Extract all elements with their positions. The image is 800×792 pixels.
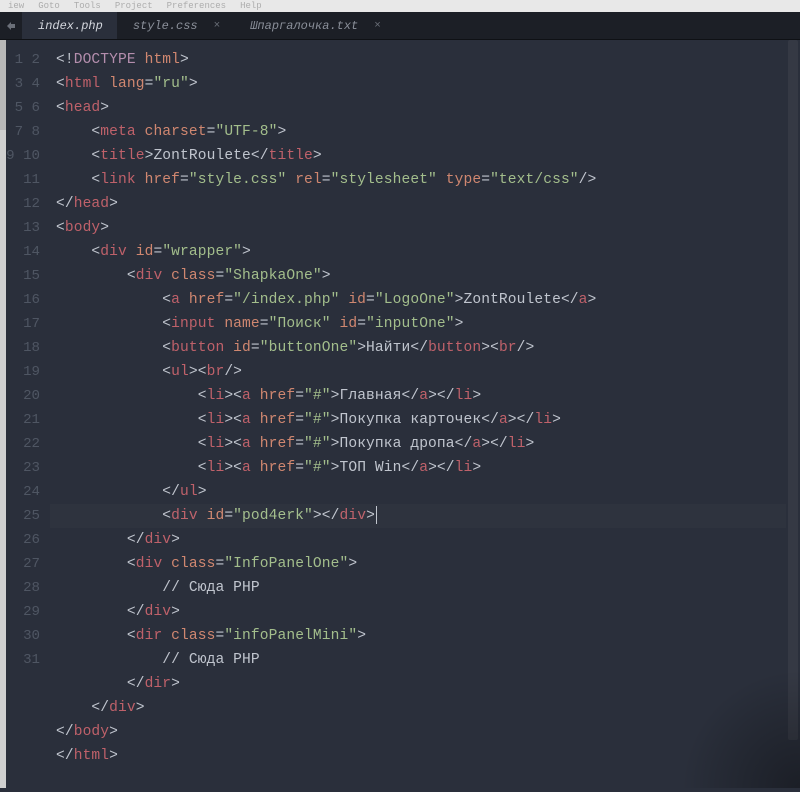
scrollbar[interactable] <box>786 40 800 788</box>
tabbar-menu-icon[interactable] <box>0 12 22 39</box>
menu-item[interactable]: Help <box>240 1 262 11</box>
code-line[interactable]: <div class="ShapkaOne"> <box>56 264 786 288</box>
code-line[interactable]: <div id="wrapper"> <box>56 240 786 264</box>
code-line[interactable]: </head> <box>56 192 786 216</box>
code-line[interactable]: </body> <box>56 720 786 744</box>
menu-item[interactable]: iew <box>8 1 24 11</box>
menu-item[interactable]: Preferences <box>167 1 226 11</box>
code-line[interactable]: </html> <box>56 744 786 768</box>
code-line[interactable]: <button id="buttonOne">Найти</button><br… <box>56 336 786 360</box>
close-icon[interactable]: × <box>214 20 221 32</box>
menu-item[interactable]: Tools <box>74 1 101 11</box>
code-line[interactable]: </ul> <box>56 480 786 504</box>
tab[interactable]: Шпаргалочка.txt × <box>234 12 395 39</box>
code-line[interactable]: <li><a href="#">Покупка дропа</a></li> <box>56 432 786 456</box>
code-line[interactable] <box>56 768 786 792</box>
code-line[interactable]: <div class="InfoPanelOne"> <box>56 552 786 576</box>
close-icon[interactable]: × <box>374 20 381 32</box>
tab-label: style.css <box>133 19 198 33</box>
code-line[interactable]: <dir class="infoPanelMini"> <box>56 624 786 648</box>
editor: 1 2 3 4 5 6 7 8 9 10 11 12 13 14 15 16 1… <box>0 40 800 788</box>
tab[interactable]: index.php <box>22 12 117 39</box>
code-line[interactable]: <title>ZontRoulete</title> <box>56 144 786 168</box>
code-line[interactable]: <li><a href="#">Покупка карточек</a></li… <box>56 408 786 432</box>
code-line[interactable]: <li><a href="#">ТОП Win</a></li> <box>56 456 786 480</box>
code-line[interactable]: <ul><br/> <box>56 360 786 384</box>
code-line[interactable]: </div> <box>56 528 786 552</box>
tabbar: index.php style.css × Шпаргалочка.txt × <box>0 12 800 40</box>
code-line[interactable]: <input name="Поиск" id="inputOne"> <box>56 312 786 336</box>
code-line[interactable]: <head> <box>56 96 786 120</box>
tab[interactable]: style.css × <box>117 12 234 39</box>
code-line[interactable]: </div> <box>56 600 786 624</box>
code-line[interactable]: // Сюда PHP <box>56 648 786 672</box>
code-line[interactable]: <meta charset="UTF-8"> <box>56 120 786 144</box>
tab-label: Шпаргалочка.txt <box>250 19 358 33</box>
line-gutter: 1 2 3 4 5 6 7 8 9 10 11 12 13 14 15 16 1… <box>6 40 50 788</box>
code-line[interactable]: <li><a href="#">Главная</a></li> <box>56 384 786 408</box>
code-area[interactable]: <!DOCTYPE html><html lang="ru"><head> <m… <box>50 40 786 788</box>
menu-item[interactable]: Project <box>115 1 153 11</box>
menu-item[interactable]: Goto <box>38 1 60 11</box>
code-line[interactable]: <link href="style.css" rel="stylesheet" … <box>56 168 786 192</box>
tab-label: index.php <box>38 19 103 33</box>
code-line[interactable]: </dir> <box>56 672 786 696</box>
code-line[interactable]: // Сюда PHP <box>56 576 786 600</box>
menubar[interactable]: iew Goto Tools Project Preferences Help <box>0 0 800 12</box>
code-line[interactable]: <!DOCTYPE html> <box>56 48 786 72</box>
code-line[interactable]: <body> <box>56 216 786 240</box>
code-line[interactable]: <a href="/index.php" id="LogoOne">ZontRo… <box>56 288 786 312</box>
scrollbar-thumb[interactable] <box>788 40 798 740</box>
code-line[interactable]: </div> <box>56 696 786 720</box>
code-line[interactable]: <html lang="ru"> <box>56 72 786 96</box>
